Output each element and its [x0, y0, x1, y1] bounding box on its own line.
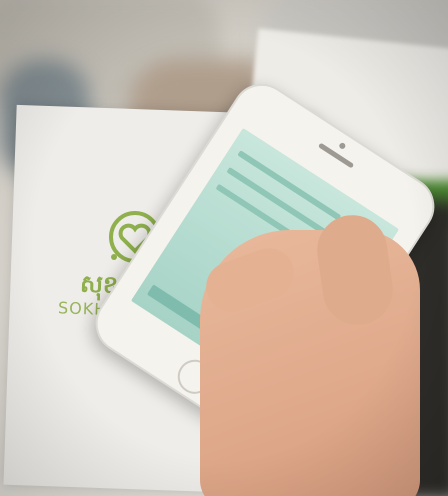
photo-scene: សុខក្រម SOKHAKRO [0, 0, 448, 496]
